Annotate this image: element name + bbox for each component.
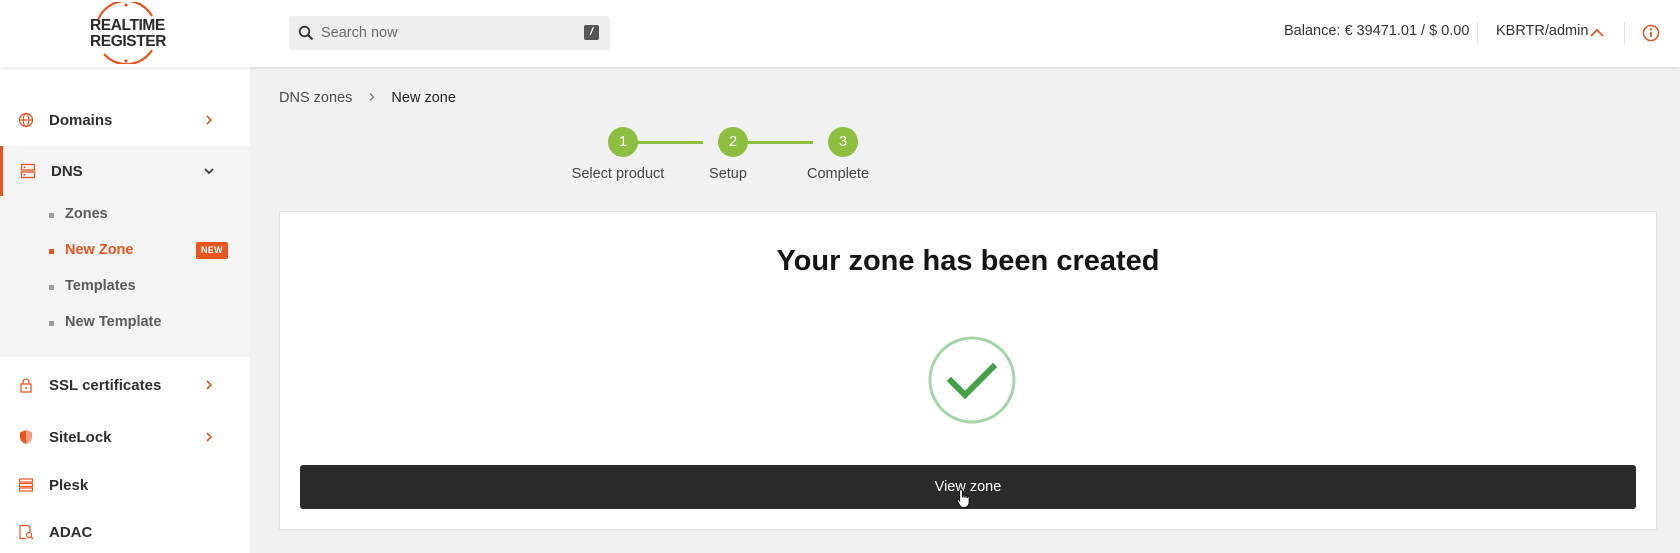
header-divider [1477, 22, 1478, 44]
bullet [49, 249, 54, 254]
lock-icon [20, 378, 32, 393]
globe-icon [18, 112, 34, 128]
bullet [49, 285, 54, 290]
account-balance: Balance: € 39471.01 / $ 0.00 [1284, 23, 1470, 39]
step-1-label: Select product [571, 166, 665, 182]
breadcrumb: DNS zones New zone [279, 90, 456, 106]
sidebar-item-sitelock[interactable]: SiteLock [0, 412, 250, 462]
stack-icon [18, 478, 34, 492]
chevron-right-icon [369, 93, 375, 101]
sidebar-item-adac[interactable]: ADAC [0, 507, 250, 553]
submenu-item-label: New Zone [65, 242, 134, 258]
sidebar-item-label: SiteLock [49, 428, 112, 446]
shield-icon [20, 430, 32, 444]
logo-text-register: REGISTER [90, 33, 167, 50]
sidebar-item-label: Domains [49, 111, 113, 129]
chevron-right-icon [206, 432, 213, 442]
page-title: Your zone has been created [776, 245, 1160, 277]
step-2-label: Setup [709, 166, 747, 182]
bullet [49, 321, 54, 326]
dns-submenu: Zones New Zone NEW Templates New Templat… [0, 196, 250, 357]
sidebar: Domains DNS Zones New Zone NEW Templates [0, 67, 250, 553]
step-2-circle: 2 [718, 127, 748, 157]
chevron-down-icon [204, 168, 214, 175]
step-3-circle: 3 [828, 127, 858, 157]
submenu-item-label: New Template [65, 314, 162, 330]
confirmation-card: Your zone has been created View zone [279, 211, 1657, 530]
search-input[interactable] [321, 16, 571, 50]
account-menu[interactable]: KBRTR/admin [1496, 23, 1588, 39]
sidebar-item-plesk[interactable]: Plesk [0, 460, 250, 510]
new-badge: NEW [196, 242, 228, 259]
sidebar-item-label: SSL certificates [49, 376, 162, 394]
logo-text-realtime: REALTIME [90, 17, 165, 34]
checkmark-success-icon [928, 336, 1016, 424]
chevron-up-icon[interactable] [1589, 26, 1605, 38]
info-icon[interactable] [1642, 24, 1660, 42]
bullet [49, 213, 54, 218]
submenu-item-templates[interactable]: Templates [0, 270, 250, 304]
submenu-item-label: Templates [65, 278, 136, 294]
hand-pointer-cursor-icon [956, 488, 970, 509]
submenu-item-new-zone[interactable]: New Zone NEW [0, 234, 250, 268]
top-header: REALTIME REGISTER / Balance: € 39471.01 … [0, 0, 1680, 67]
submenu-item-new-template[interactable]: New Template [0, 306, 250, 340]
search-bar[interactable]: / [289, 16, 610, 50]
step-1-circle: 1 [608, 127, 638, 157]
sidebar-item-label: ADAC [49, 523, 93, 541]
submenu-item-zones[interactable]: Zones [0, 198, 250, 232]
sidebar-item-domains[interactable]: Domains [0, 95, 250, 145]
breadcrumb-current: New zone [391, 90, 456, 106]
submenu-item-label: Zones [65, 206, 108, 222]
sidebar-item-dns[interactable]: DNS [0, 146, 250, 196]
step-3-label: Complete [806, 166, 870, 182]
chevron-right-icon [206, 380, 213, 390]
sidebar-item-label: Plesk [49, 476, 89, 494]
document-search-icon [19, 524, 34, 540]
search-shortcut-key: / [584, 25, 599, 40]
server-icon [20, 163, 36, 179]
sidebar-item-ssl-certificates[interactable]: SSL certificates [0, 360, 250, 410]
breadcrumb-dns-zones[interactable]: DNS zones [279, 90, 352, 106]
sidebar-item-label: DNS [51, 162, 83, 180]
search-icon [298, 25, 314, 41]
chevron-right-icon [206, 115, 213, 125]
realtime-register-logo[interactable]: REALTIME REGISTER [86, 2, 166, 64]
header-divider [1624, 22, 1625, 44]
progress-stepper: 1 2 3 Select product Setup Complete [560, 126, 880, 186]
